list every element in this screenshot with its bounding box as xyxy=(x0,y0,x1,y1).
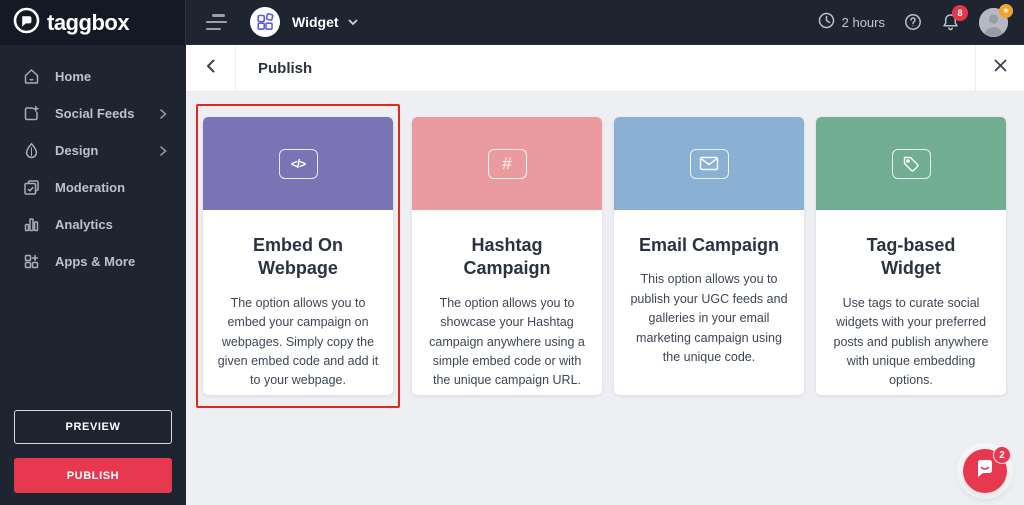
selection-highlight: </> Embed On Webpage The option allows y… xyxy=(196,104,400,408)
close-icon xyxy=(993,58,1008,78)
sidebar: Home Social Feeds Design Moderation Anal… xyxy=(0,45,186,505)
widget-selector-label[interactable]: Widget xyxy=(292,14,339,30)
page-title: Publish xyxy=(258,59,313,77)
session-time-label: 2 hours xyxy=(841,14,885,30)
card-hashtag-campaign[interactable]: # Hashtag Campaign The option allows you… xyxy=(412,117,602,395)
logo[interactable]: taggbox xyxy=(0,0,186,45)
avatar[interactable]: ★ xyxy=(979,3,1013,37)
tag-icon xyxy=(891,148,931,179)
chat-bubble-icon xyxy=(974,458,996,485)
star-badge-icon: ★ xyxy=(999,3,1013,18)
widget-icon[interactable] xyxy=(250,7,280,37)
moderation-icon xyxy=(22,179,40,197)
menu-icon[interactable] xyxy=(206,14,228,30)
topbar-right: 2 hours 8 ★ xyxy=(818,3,1013,37)
logo-text: taggbox xyxy=(47,9,130,35)
card-title: Hashtag Campaign xyxy=(463,235,551,279)
sidebar-item-home[interactable]: Home xyxy=(0,58,186,95)
card-embed-on-webpage[interactable]: </> Embed On Webpage The option allows y… xyxy=(203,117,393,395)
chat-launcher-button[interactable]: 2 xyxy=(963,446,1011,493)
card-body: Tag-based Widget Use tags to curate soci… xyxy=(816,210,1006,391)
chevron-right-icon xyxy=(158,145,168,157)
analytics-icon xyxy=(22,216,40,234)
card-body: Embed On Webpage The option allows you t… xyxy=(203,210,393,391)
taggbox-logo-icon xyxy=(13,7,40,39)
sidebar-item-apps-more[interactable]: Apps & More xyxy=(0,243,186,280)
card-header: # xyxy=(412,117,602,210)
preview-button[interactable]: PREVIEW xyxy=(14,410,172,444)
app-window: taggbox Widget 2 hours 8 ★ Home Social F… xyxy=(0,0,1024,505)
topbar: taggbox Widget 2 hours 8 ★ xyxy=(0,0,1024,45)
card-header xyxy=(614,117,804,210)
home-icon xyxy=(22,68,40,86)
chat-badge: 2 xyxy=(993,446,1011,464)
help-icon[interactable] xyxy=(904,13,922,31)
publish-option-cards: </> Embed On Webpage The option allows y… xyxy=(196,104,1006,408)
card-header: </> xyxy=(203,117,393,210)
session-timer[interactable]: 2 hours xyxy=(818,12,885,32)
card-email-campaign[interactable]: Email Campaign This option allows you to… xyxy=(614,117,804,395)
apps-more-icon xyxy=(22,253,40,271)
sidebar-nav: Home Social Feeds Design Moderation Anal… xyxy=(0,45,186,280)
close-button[interactable] xyxy=(975,45,1024,91)
topbar-main: Widget 2 hours 8 ★ xyxy=(186,0,1024,45)
sidebar-item-label: Social Feeds xyxy=(55,106,135,121)
card-body: Email Campaign This option allows you to… xyxy=(614,210,804,367)
sidebar-item-social-feeds[interactable]: Social Feeds xyxy=(0,95,186,132)
card-tag-based-widget[interactable]: Tag-based Widget Use tags to curate soci… xyxy=(816,117,1006,395)
publish-button[interactable]: PUBLISH xyxy=(14,458,172,493)
card-header xyxy=(816,117,1006,210)
clock-icon xyxy=(818,12,835,32)
publish-options-panel: </> Embed On Webpage The option allows y… xyxy=(186,92,1024,505)
notifications-bell[interactable]: 8 xyxy=(941,5,968,32)
card-body: Hashtag Campaign The option allows you t… xyxy=(412,210,602,391)
card-description: Use tags to curate social widgets with y… xyxy=(833,295,989,388)
card-description: The option allows you to embed your camp… xyxy=(217,295,379,388)
sidebar-actions: PREVIEW PUBLISH xyxy=(0,410,186,505)
card-description: This option allows you to publish your U… xyxy=(630,272,788,364)
sidebar-item-moderation[interactable]: Moderation xyxy=(0,169,186,206)
sidebar-item-label: Analytics xyxy=(55,217,113,232)
sidebar-item-analytics[interactable]: Analytics xyxy=(0,206,186,243)
card-title: Email Campaign xyxy=(638,235,780,255)
card-title: Embed On Webpage xyxy=(252,235,343,279)
code-icon: </> xyxy=(278,148,318,179)
hashtag-icon: # xyxy=(487,148,527,179)
panel-header: Publish xyxy=(186,45,1024,92)
chevron-down-icon[interactable] xyxy=(346,15,360,29)
sidebar-item-label: Moderation xyxy=(55,180,126,195)
sidebar-item-design[interactable]: Design xyxy=(0,132,186,169)
sidebar-item-label: Home xyxy=(55,69,92,84)
card-title: Tag-based Widget xyxy=(866,235,956,279)
social-feeds-icon xyxy=(22,105,40,123)
design-icon xyxy=(22,142,40,160)
notification-badge: 8 xyxy=(952,5,968,21)
sidebar-item-label: Design xyxy=(55,143,99,158)
chevron-right-icon xyxy=(158,108,168,120)
sidebar-item-label: Apps & More xyxy=(55,254,136,269)
chevron-left-icon xyxy=(203,58,219,79)
back-button[interactable] xyxy=(186,45,236,91)
card-description: The option allows you to showcase your H… xyxy=(429,295,585,388)
email-icon xyxy=(689,148,729,179)
